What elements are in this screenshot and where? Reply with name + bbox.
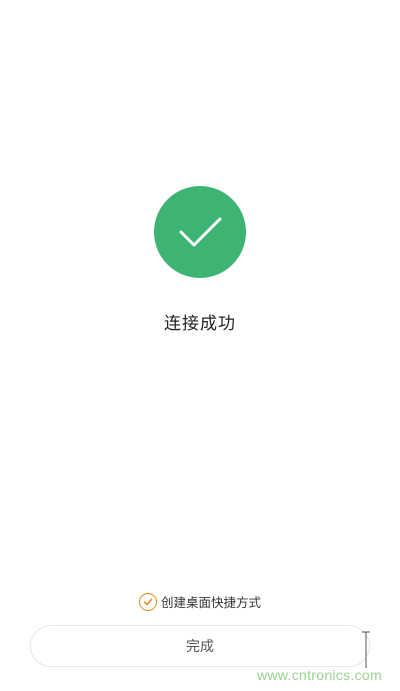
success-badge [154,186,246,278]
done-button[interactable]: 完成 [30,625,370,667]
create-shortcut-option[interactable]: 创建桌面快捷方式 [0,592,400,611]
checkmark-icon [179,217,222,247]
connection-success-screen: 连接成功 创建桌面快捷方式 完成 www.cntronics.com [0,0,400,691]
shortcut-label: 创建桌面快捷方式 [160,595,261,610]
status-title: 连接成功 [164,314,236,334]
check-icon [143,598,153,605]
shortcut-checkbox[interactable] [138,592,157,611]
scroll-edge-mark [362,631,370,668]
watermark-text: www.cntronics.com [257,667,382,683]
